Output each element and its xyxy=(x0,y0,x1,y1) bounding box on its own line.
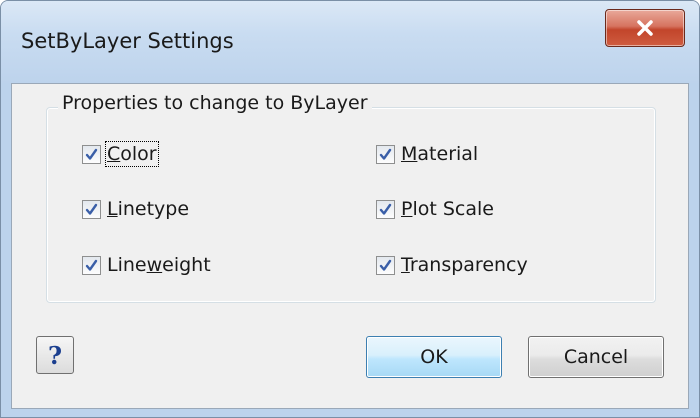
checkbox-material-box[interactable] xyxy=(376,144,395,164)
checkbox-linetype[interactable]: Linetype xyxy=(82,196,189,222)
checkbox-material[interactable]: Material xyxy=(376,141,478,167)
checkbox-lineweight-label: Lineweight xyxy=(107,254,211,276)
checkbox-lineweight[interactable]: Lineweight xyxy=(82,252,211,278)
checkbox-color-label: Color xyxy=(105,141,159,167)
checkbox-plot-scale-box[interactable] xyxy=(376,199,395,219)
checkbox-color[interactable]: Color xyxy=(82,141,159,167)
help-button[interactable]: ? xyxy=(36,336,74,374)
ok-button[interactable]: OK xyxy=(366,336,502,378)
cancel-button[interactable]: Cancel xyxy=(528,336,664,378)
checkmark-icon xyxy=(85,259,98,271)
close-button[interactable] xyxy=(605,9,685,47)
close-icon xyxy=(637,20,653,36)
help-icon: ? xyxy=(47,340,63,370)
checkbox-linetype-box[interactable] xyxy=(82,199,101,219)
checkbox-material-label: Material xyxy=(401,143,479,165)
checkmark-icon xyxy=(379,203,392,215)
checkbox-plot-scale-label: Plot Scale xyxy=(401,198,494,220)
checkmark-icon xyxy=(379,259,392,271)
checkmark-icon xyxy=(85,203,98,215)
dialog-title: SetByLayer Settings xyxy=(21,29,234,53)
checkbox-transparency[interactable]: Transparency xyxy=(376,252,528,278)
checkbox-color-box[interactable] xyxy=(82,144,101,164)
checkbox-transparency-box[interactable] xyxy=(376,255,395,275)
title-bar: SetByLayer Settings xyxy=(1,1,699,83)
dialog-body: Properties to change to ByLayer Color Li… xyxy=(11,83,689,409)
groupbox-legend: Properties to change to ByLayer xyxy=(58,92,372,114)
checkbox-transparency-label: Transparency xyxy=(401,254,528,276)
checkbox-plot-scale[interactable]: Plot Scale xyxy=(376,196,494,222)
checkbox-linetype-label: Linetype xyxy=(107,198,190,220)
dialog-window: SetByLayer Settings Properties to change… xyxy=(0,0,700,418)
checkmark-icon xyxy=(379,148,392,160)
checkbox-lineweight-box[interactable] xyxy=(82,255,101,275)
checkmark-icon xyxy=(85,148,98,160)
